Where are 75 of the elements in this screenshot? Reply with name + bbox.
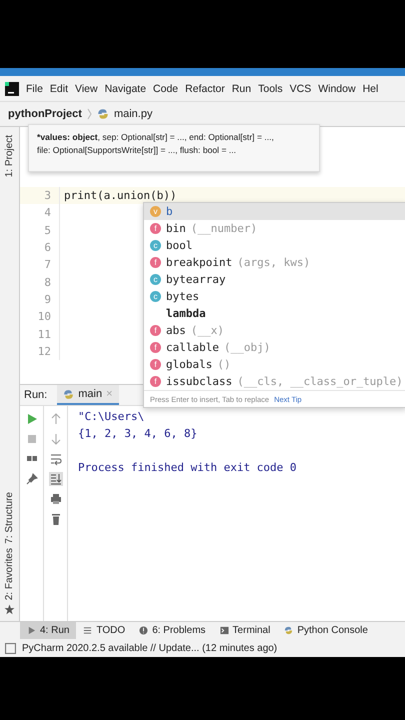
code-text: print(a.union(b)) xyxy=(63,189,177,202)
tool-window-tab[interactable]: Python Console xyxy=(277,622,375,639)
menu-item[interactable]: Window xyxy=(318,82,356,94)
favorites-side-tab[interactable]: 2: Favorites xyxy=(4,548,15,600)
line-number: 6 xyxy=(20,238,60,256)
exit-message: Process finished with exit code 0 xyxy=(78,461,297,476)
kind-badge: f xyxy=(150,342,161,353)
tool-window-tab[interactable]: 4: Run xyxy=(20,622,76,639)
menu-item[interactable]: Tools xyxy=(258,82,283,94)
menu-item[interactable]: Code xyxy=(153,82,178,94)
app-logo-icon[interactable] xyxy=(5,82,19,96)
parameter-info-tooltip: *values: object, sep: Optional[str] = ..., end: Optional[str] = ..., file: Optional[SupportsWrite[str]] = ..., flush: bool = ... xyxy=(28,124,320,172)
wrap-icon[interactable] xyxy=(48,452,62,466)
line-number: 9 xyxy=(20,290,60,308)
menu-item[interactable]: Hel xyxy=(362,82,378,94)
completion-item[interactable]: f issubclass (__cls, __class_or_tuple) xyxy=(144,373,405,390)
print-icon[interactable] xyxy=(48,492,62,506)
python-icon xyxy=(63,388,74,400)
line-number: 3 xyxy=(20,187,60,204)
line-number: 12 xyxy=(20,342,60,360)
project-side-tab[interactable]: 1: Project xyxy=(4,135,15,178)
console-line: "C:\Users\ xyxy=(78,410,146,425)
tool-window-tab[interactable]: Terminal xyxy=(212,622,278,639)
completion-item[interactable]: c bytearray xyxy=(144,271,405,288)
play-icon xyxy=(27,626,36,635)
line-number: 10 xyxy=(20,308,60,326)
line-number: 5 xyxy=(20,222,60,239)
star-icon xyxy=(4,604,15,615)
completion-item[interactable]: lambda xyxy=(144,305,405,322)
kind-badge: v xyxy=(150,206,161,217)
list-icon xyxy=(83,626,92,635)
terminal-icon xyxy=(220,626,229,635)
line-number: 11 xyxy=(20,325,60,343)
menu-item[interactable]: File xyxy=(26,82,43,94)
line-number: 8 xyxy=(20,273,60,291)
completion-item[interactable]: f abs (__x) xyxy=(144,322,405,339)
kind-badge: c xyxy=(150,240,161,251)
tool-window-tab[interactable]: TODO xyxy=(76,622,132,639)
menu-item[interactable]: Edit xyxy=(50,82,68,94)
scroll-end-icon[interactable] xyxy=(48,472,62,486)
kind-badge: c xyxy=(150,274,161,285)
completion-item[interactable]: f globals () xyxy=(144,356,405,373)
kind-badge: f xyxy=(150,359,161,370)
completion-item[interactable]: c bool xyxy=(144,237,405,254)
python-icon xyxy=(284,626,294,635)
menu-item[interactable]: Refactor xyxy=(185,82,225,94)
file-crumb[interactable]: main.py xyxy=(114,108,152,120)
menu-item[interactable]: VCS xyxy=(290,82,312,94)
chevron-icon xyxy=(86,108,92,120)
console-line: {1, 2, 3, 4, 6, 8} xyxy=(78,427,198,442)
alert-icon xyxy=(139,626,148,635)
menu-item[interactable]: Run xyxy=(232,82,252,94)
line-number: 4 xyxy=(20,204,60,222)
kind-badge: c xyxy=(150,291,161,302)
completion-item[interactable]: c bytes xyxy=(144,288,405,305)
project-crumb[interactable]: pythonProject xyxy=(8,108,82,120)
completion-item[interactable]: f breakpoint (args, kws) xyxy=(144,254,405,271)
status-message: PyCharm 2020.2.5 available // Update... (12 minutes ago) xyxy=(22,642,278,654)
completion-item[interactable]: f callable (__obj) xyxy=(144,339,405,356)
structure-side-tab[interactable]: 7: Structure xyxy=(4,492,15,544)
kind-badge: f xyxy=(150,376,161,387)
tool-window-tab[interactable]: 6: Problems xyxy=(132,622,213,639)
run-label: Run: xyxy=(24,389,48,401)
completion-item[interactable]: v b xyxy=(144,203,405,220)
run-tab[interactable]: main × xyxy=(57,385,119,405)
menu-item[interactable]: Navigate xyxy=(104,82,146,94)
kind-badge: f xyxy=(150,257,161,268)
kind-badge: f xyxy=(150,223,161,234)
pin-icon[interactable] xyxy=(24,472,38,486)
kind-badge: f xyxy=(150,325,161,336)
menu-item[interactable]: View xyxy=(75,82,98,94)
python-file-icon xyxy=(96,108,109,120)
line-number: 7 xyxy=(20,256,60,274)
panel-toggle-icon[interactable] xyxy=(5,642,16,654)
completion-item[interactable]: f bin (__number) xyxy=(144,220,405,237)
